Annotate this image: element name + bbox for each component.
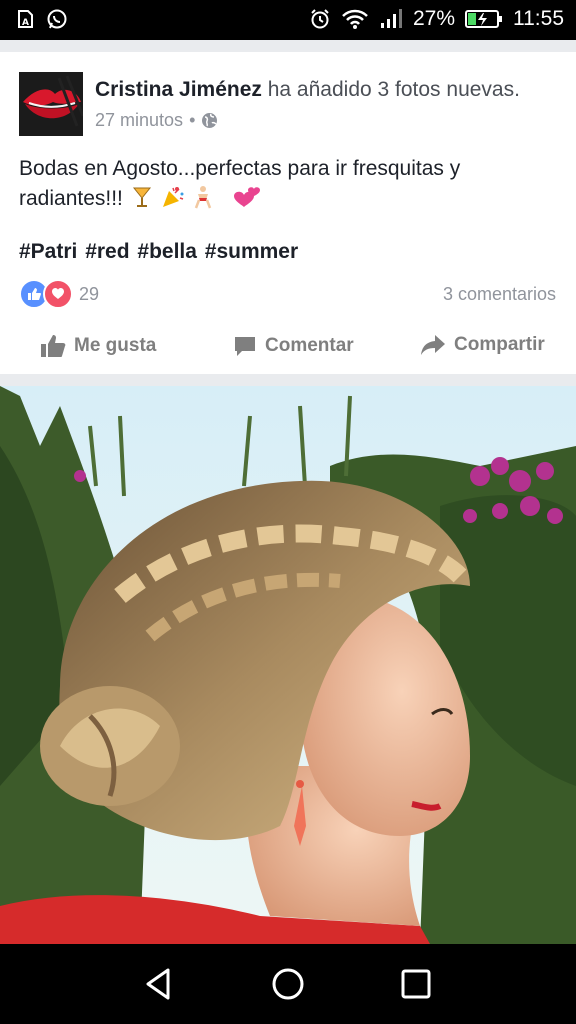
party-popper-icon [162, 187, 184, 207]
author-line: Cristina Jiménez ha añadido 3 fotos nuev… [95, 78, 520, 102]
signal-icon [380, 9, 402, 28]
thumbs-up-icon [41, 335, 66, 357]
avatar[interactable] [19, 72, 83, 136]
battery-icon [465, 10, 502, 28]
post-photo[interactable] [0, 386, 576, 944]
share-button-label: Compartir [454, 334, 545, 355]
post-actions: Me gusta Comentar Compartir [0, 322, 576, 372]
battery-percent: 27% [412, 7, 455, 30]
post-card: Cristina Jiménez ha añadido 3 fotos nuev… [0, 52, 576, 374]
post-action-text: ha añadido 3 fotos nuevas. [261, 78, 520, 101]
status-bar: A 27% 11:55 [0, 0, 576, 40]
like-button[interactable]: Me gusta [40, 334, 156, 358]
home-icon[interactable] [268, 964, 308, 1004]
wifi-icon [342, 9, 368, 29]
back-icon[interactable] [140, 964, 180, 1004]
reactions-summary[interactable]: 29 [19, 279, 99, 309]
comments-count[interactable]: 3 comentarios [443, 284, 556, 305]
status-bar-left: A [14, 8, 68, 30]
globe-icon [202, 113, 218, 128]
navigation-bar [0, 944, 576, 1024]
sim-card-alert-icon: A [18, 10, 33, 28]
post-text: Bodas en Agosto...perfectas para ir fres… [19, 154, 539, 214]
like-button-label: Me gusta [74, 335, 157, 356]
recents-icon[interactable] [396, 964, 436, 1004]
comment-icon [235, 337, 255, 356]
dancer-icon [195, 186, 212, 209]
two-hearts-icon [234, 187, 261, 207]
author-name[interactable]: Cristina Jiménez [95, 78, 262, 101]
cocktail-icon [132, 187, 151, 207]
photo-hairstyle-image [0, 386, 576, 944]
meta-separator: • [189, 110, 196, 130]
share-button[interactable]: Compartir [420, 334, 545, 356]
hashtags[interactable]: #Patri #red #bella #summer [19, 240, 298, 264]
reaction-count: 29 [79, 283, 100, 304]
status-bar-right: 27% 11:55 [309, 7, 564, 31]
post-meta: 27 minutos • [95, 110, 218, 131]
love-reaction-icon [43, 279, 73, 309]
comment-button-label: Comentar [265, 335, 354, 356]
svg-text:A: A [22, 18, 29, 28]
share-arrow-icon [421, 335, 445, 355]
comment-button[interactable]: Comentar [233, 334, 354, 358]
post-time[interactable]: 27 minutos [95, 110, 183, 131]
alarm-icon [311, 9, 329, 29]
avatar-image [19, 72, 83, 136]
clock: 11:55 [513, 7, 564, 30]
whatsapp-icon [47, 9, 67, 29]
